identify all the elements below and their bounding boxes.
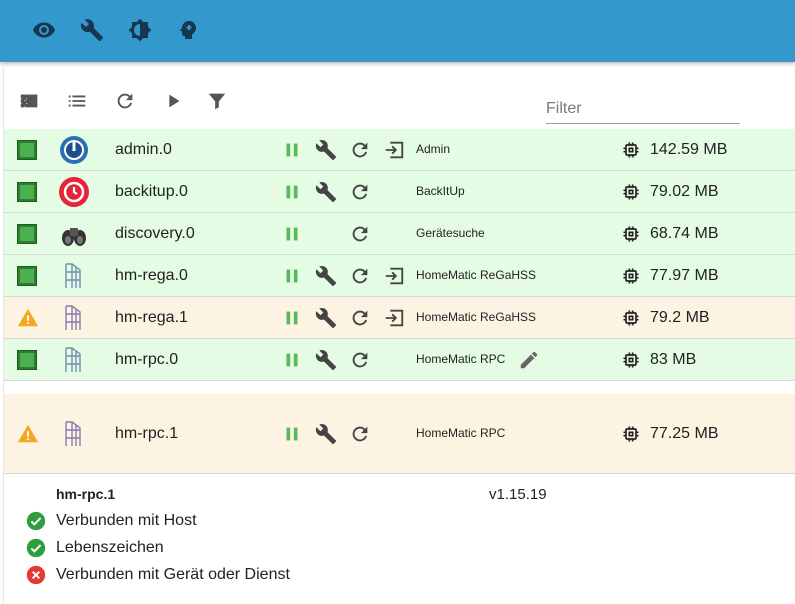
memory-value: 79.2 MB	[650, 309, 710, 326]
instance-name: hm-rpc.1	[115, 425, 179, 442]
wrench-icon[interactable]	[314, 306, 338, 330]
adapter-logo-icon	[58, 260, 90, 292]
open-link-icon[interactable]	[382, 306, 406, 330]
status-running-icon	[17, 140, 37, 160]
wrench-icon[interactable]	[314, 264, 338, 288]
pause-icon[interactable]	[280, 348, 304, 372]
instance-title: Gerätesuche	[416, 226, 485, 240]
edit-icon[interactable]	[517, 348, 541, 372]
detail-version: v1.15.19	[489, 486, 547, 503]
pause-icon[interactable]	[280, 264, 304, 288]
wrench-icon[interactable]	[314, 422, 338, 446]
wrench-icon[interactable]	[77, 15, 107, 45]
pause-icon[interactable]	[280, 222, 304, 246]
instance-name: discovery.0	[115, 225, 195, 242]
check-ok-icon	[26, 538, 46, 558]
app-header	[0, 0, 795, 62]
status-running-icon	[17, 350, 37, 370]
instance-row[interactable]: hm-rpc.1 HomeMatic RPC 77.25 MB	[4, 394, 795, 474]
instance-title: HomeMatic ReGaHSS	[416, 268, 537, 282]
instance-name: admin.0	[115, 141, 172, 158]
instance-title: HomeMatic RPC	[416, 352, 506, 366]
status-running-icon	[17, 182, 37, 202]
adapter-logo-icon	[58, 418, 90, 450]
detail-instance-name: hm-rpc.1	[56, 486, 116, 502]
warning-icon	[17, 307, 39, 327]
pause-icon[interactable]	[280, 306, 304, 330]
brightness-icon[interactable]	[125, 15, 155, 45]
memory-chip-icon	[621, 140, 641, 160]
memory-value: 77.97 MB	[650, 267, 719, 284]
head-icon[interactable]	[173, 15, 203, 45]
instances-panel: admin.0 Admin 142.59 MB backitup.0 BackItUp 7…	[3, 68, 795, 604]
filter-icon[interactable]	[204, 88, 230, 114]
instance-row[interactable]: discovery.0 Gerätesuche 68.74 MB	[4, 213, 795, 255]
adapter-logo-icon	[58, 344, 90, 376]
wrench-icon[interactable]	[314, 348, 338, 372]
view-module-icon[interactable]	[16, 88, 42, 114]
memory-chip-icon	[621, 224, 641, 244]
instance-name: backitup.0	[115, 183, 188, 200]
memory-value: 142.59 MB	[650, 141, 728, 158]
check-error-icon	[26, 565, 46, 585]
check-ok-icon	[26, 511, 46, 531]
instance-row[interactable]: hm-rpc.0 HomeMatic RPC 83 MB	[4, 339, 795, 381]
adapter-logo-icon	[58, 302, 90, 334]
restart-icon[interactable]	[348, 264, 372, 288]
restart-icon[interactable]	[348, 422, 372, 446]
instance-title: HomeMatic ReGaHSS	[416, 310, 537, 324]
pause-icon[interactable]	[280, 422, 304, 446]
check-label: Verbunden mit Gerät oder Dienst	[56, 566, 290, 583]
instance-title: HomeMatic RPC	[416, 426, 506, 440]
instance-name: hm-rega.1	[115, 309, 188, 326]
instance-row[interactable]: backitup.0 BackItUp 79.02 MB	[4, 171, 795, 213]
refresh-icon[interactable]	[112, 88, 138, 114]
restart-icon[interactable]	[348, 222, 372, 246]
restart-icon[interactable]	[348, 180, 372, 204]
open-link-icon[interactable]	[382, 138, 406, 162]
status-running-icon	[17, 224, 37, 244]
restart-icon[interactable]	[348, 138, 372, 162]
memory-chip-icon	[621, 182, 641, 202]
adapter-logo-icon	[58, 218, 90, 250]
eye-icon[interactable]	[29, 15, 59, 45]
restart-icon[interactable]	[348, 348, 372, 372]
pause-icon[interactable]	[280, 138, 304, 162]
memory-value: 83 MB	[650, 351, 697, 368]
wrench-icon[interactable]	[314, 138, 338, 162]
memory-chip-icon	[621, 350, 641, 370]
adapter-logo-icon	[58, 134, 90, 166]
warning-icon	[17, 423, 39, 443]
view-list-icon[interactable]	[64, 88, 90, 114]
instance-row[interactable]: admin.0 Admin 142.59 MB	[4, 129, 795, 171]
play-icon[interactable]	[160, 88, 186, 114]
check-label: Lebenszeichen	[56, 539, 164, 556]
instance-row[interactable]: hm-rega.1 HomeMatic ReGaHSS 79.2 MB	[4, 297, 795, 339]
memory-chip-icon	[621, 266, 641, 286]
memory-value: 77.25 MB	[650, 425, 719, 442]
instance-row[interactable]: hm-rega.0 HomeMatic ReGaHSS 77.97 MB	[4, 255, 795, 297]
instance-title: BackItUp	[416, 184, 465, 198]
instance-name: hm-rega.0	[115, 267, 188, 284]
memory-chip-icon	[621, 424, 641, 444]
pause-icon[interactable]	[280, 180, 304, 204]
wrench-icon[interactable]	[314, 180, 338, 204]
check-label: Verbunden mit Host	[56, 512, 197, 529]
open-link-icon[interactable]	[382, 264, 406, 288]
restart-icon[interactable]	[348, 306, 372, 330]
instance-name: hm-rpc.0	[115, 351, 179, 368]
status-running-icon	[17, 266, 37, 286]
memory-value: 79.02 MB	[650, 183, 719, 200]
filter-input[interactable]	[546, 94, 740, 124]
memory-chip-icon	[621, 308, 641, 328]
adapter-logo-icon	[58, 176, 90, 208]
instance-title: Admin	[416, 142, 451, 156]
memory-value: 68.74 MB	[650, 225, 719, 242]
